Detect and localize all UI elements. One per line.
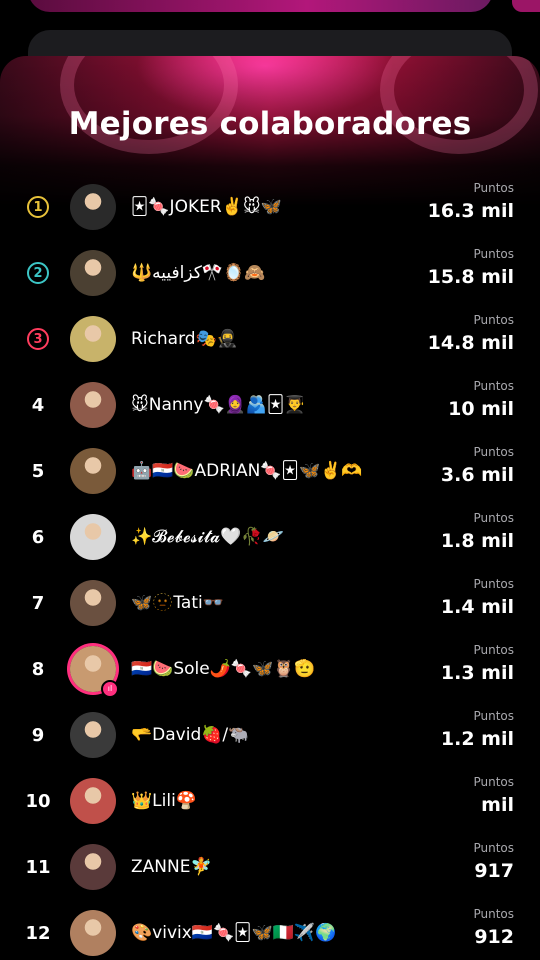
contributor-name: 🐭Nanny🍬🧕🫂🃏👨‍🎓 [131,395,306,415]
leaderboard-screen: Mejores colaboradores 1 🃏🍬JOKER✌️🐭🦋 Puntos… [0,0,540,960]
points-label: Puntos [473,841,514,855]
avatar[interactable] [70,448,116,494]
avatar[interactable] [70,514,116,560]
contributor-name: 🔱كزافييه🎌🪞🙈 [131,263,266,283]
avatar[interactable] [70,778,116,824]
contributor-name: 🤖🇵🇾🍉ADRIAN🍬🃏🦋✌️🫶 [131,461,363,481]
rank: 1 [22,174,54,240]
points-label: Puntos [473,247,514,261]
points-label: Puntos [473,907,514,921]
points-label: Puntos [473,445,514,459]
contributor-name: Richard🎭🥷 [131,329,238,349]
rank: 7 [31,592,45,614]
points-label: Puntos [473,379,514,393]
contributor-row[interactable]: 5 🤖🇵🇾🍉ADRIAN🍬🃏🦋✌️🫶 Puntos 3.6 mil [0,438,540,504]
points-value: 912 [474,926,514,948]
points-value: 917 [474,860,514,882]
rank: 10 [25,790,51,812]
contributor-name: ZANNE🧚 [131,857,212,877]
contributor-name: 🦋🫥Tati👓 [131,593,224,613]
contributor-name: 👑Lili🍄 [131,791,197,811]
points-label: Puntos [473,775,514,789]
rank: 12 [25,922,51,944]
top-banner[interactable] [28,0,493,12]
contributor-row[interactable]: 9 🫳David🍓/🐃 Puntos 1.2 mil [0,702,540,768]
avatar[interactable] [70,316,116,362]
contributor-name: 🎨vivix🇵🇾🍬🃏🦋🇮🇹✈️🌍 [131,923,337,943]
points-value: 1.4 mil [440,596,514,618]
page-title: Mejores colaboradores [68,106,472,142]
points-value: mil [481,794,514,816]
points-value: 1.2 mil [440,728,514,750]
contributor-row[interactable]: 3 Richard🎭🥷 Puntos 14.8 mil [0,306,540,372]
points-label: Puntos [473,511,514,525]
rank: 5 [31,460,45,482]
top-banner-side[interactable] [512,0,540,12]
contributor-row[interactable]: 2 🔱كزافييه🎌🪞🙈 Puntos 15.8 mil [0,240,540,306]
points-value: 14.8 mil [427,332,514,354]
rank: 6 [31,526,45,548]
contributor-row[interactable]: 4 🐭Nanny🍬🧕🫂🃏👨‍🎓 Puntos 10 mil [0,372,540,438]
points-value: 1.8 mil [440,530,514,552]
points-label: Puntos [473,577,514,591]
rank: 3 [22,306,54,372]
avatar[interactable] [70,580,116,626]
rank: 9 [31,724,45,746]
avatar[interactable] [70,712,116,758]
avatar[interactable] [70,184,116,230]
avatar[interactable] [70,382,116,428]
contributor-row[interactable]: 11 ZANNE🧚 Puntos 917 [0,834,540,900]
points-label: Puntos [473,709,514,723]
rank: 11 [25,856,51,878]
contributor-name: 🫳David🍓/🐃 [131,725,250,745]
contributor-row[interactable]: 10 👑Lili🍄 Puntos mil [0,768,540,834]
contributor-row[interactable]: 6 ✨𝓑𝓮𝓫𝓮𝓼𝓲𝓽𝓪🤍🥀🪐 Puntos 1.8 mil [0,504,540,570]
live-indicator-icon: ıl [101,680,119,698]
points-value: 10 mil [448,398,514,420]
rank: 8 [31,658,45,680]
points-label: Puntos [473,181,514,195]
avatar[interactable] [70,250,116,296]
contributor-name: 🃏🍬JOKER✌️🐭🦋 [131,197,282,217]
points-label: Puntos [473,643,514,657]
points-value: 3.6 mil [440,464,514,486]
contributor-name: 🇵🇾🍉Sole🌶️🍬🦋🦉🫡 [131,659,316,679]
contributor-row[interactable]: 12 🎨vivix🇵🇾🍬🃏🦋🇮🇹✈️🌍 Puntos 912 [0,900,540,960]
rank-medal-icon: 1 [27,196,49,218]
rank: 4 [31,394,45,416]
points-value: 15.8 mil [427,266,514,288]
contributor-row[interactable]: 1 🃏🍬JOKER✌️🐭🦋 Puntos 16.3 mil [0,174,540,240]
points-label: Puntos [473,313,514,327]
rank: 2 [22,240,54,306]
avatar[interactable] [70,910,116,956]
points-value: 16.3 mil [427,200,514,222]
points-value: 1.3 mil [440,662,514,684]
contributor-name: ✨𝓑𝓮𝓫𝓮𝓼𝓲𝓽𝓪🤍🥀🪐 [131,527,284,547]
rank-medal-icon: 2 [27,262,49,284]
contributor-row[interactable]: 8 ıl 🇵🇾🍉Sole🌶️🍬🦋🦉🫡 Puntos 1.3 mil [0,636,540,702]
avatar[interactable] [70,844,116,890]
contributor-row[interactable]: 7 🦋🫥Tati👓 Puntos 1.4 mil [0,570,540,636]
rank-medal-icon: 3 [27,328,49,350]
